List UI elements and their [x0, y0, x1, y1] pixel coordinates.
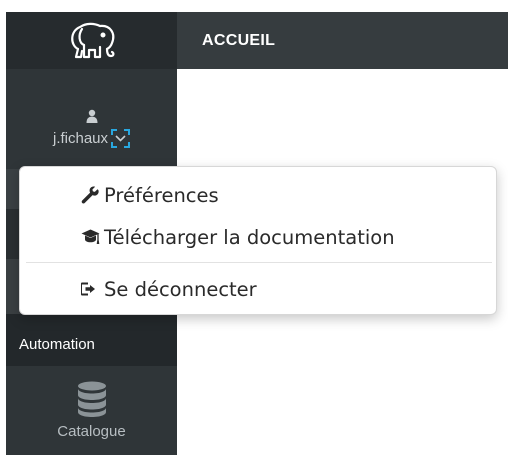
- user-dropdown-menu: Préférences Télécharger la documentation: [19, 166, 497, 315]
- menu-item-label: Se déconnecter: [104, 277, 257, 301]
- chevron-down-icon: [115, 135, 126, 142]
- menu-divider: [26, 262, 492, 263]
- sidebar-item-label: Automation: [19, 336, 95, 353]
- sidebar-item-label: Catalogue: [57, 423, 126, 440]
- top-header: ACCUEIL: [177, 12, 508, 69]
- user-panel: j.fichaux: [6, 69, 177, 169]
- menu-item-label: Télécharger la documentation: [104, 225, 395, 249]
- page-title: ACCUEIL: [202, 31, 276, 49]
- menu-item-logout[interactable]: Se déconnecter: [20, 272, 496, 306]
- menu-item-label: Préférences: [104, 183, 219, 207]
- app-window: j.fichaux Automation Catalogue ACCUEIL P…: [0, 0, 508, 455]
- wrench-icon: [80, 186, 100, 204]
- elephant-logo-icon: [70, 22, 114, 58]
- sidebar-item-automation[interactable]: Automation: [6, 314, 177, 366]
- menu-item-download-documentation[interactable]: Télécharger la documentation: [20, 220, 496, 254]
- username[interactable]: j.fichaux: [53, 130, 108, 147]
- top-strip: [0, 0, 508, 12]
- sign-out-icon: [80, 280, 100, 298]
- database-icon: [77, 381, 106, 417]
- sidebar-item-catalogue[interactable]: Catalogue: [6, 366, 177, 455]
- user-icon: [86, 109, 97, 123]
- user-menu-toggle[interactable]: [111, 129, 131, 148]
- user-line: j.fichaux: [53, 129, 131, 148]
- logo[interactable]: [6, 12, 177, 69]
- graduation-cap-icon: [80, 228, 100, 246]
- menu-item-preferences[interactable]: Préférences: [20, 178, 496, 212]
